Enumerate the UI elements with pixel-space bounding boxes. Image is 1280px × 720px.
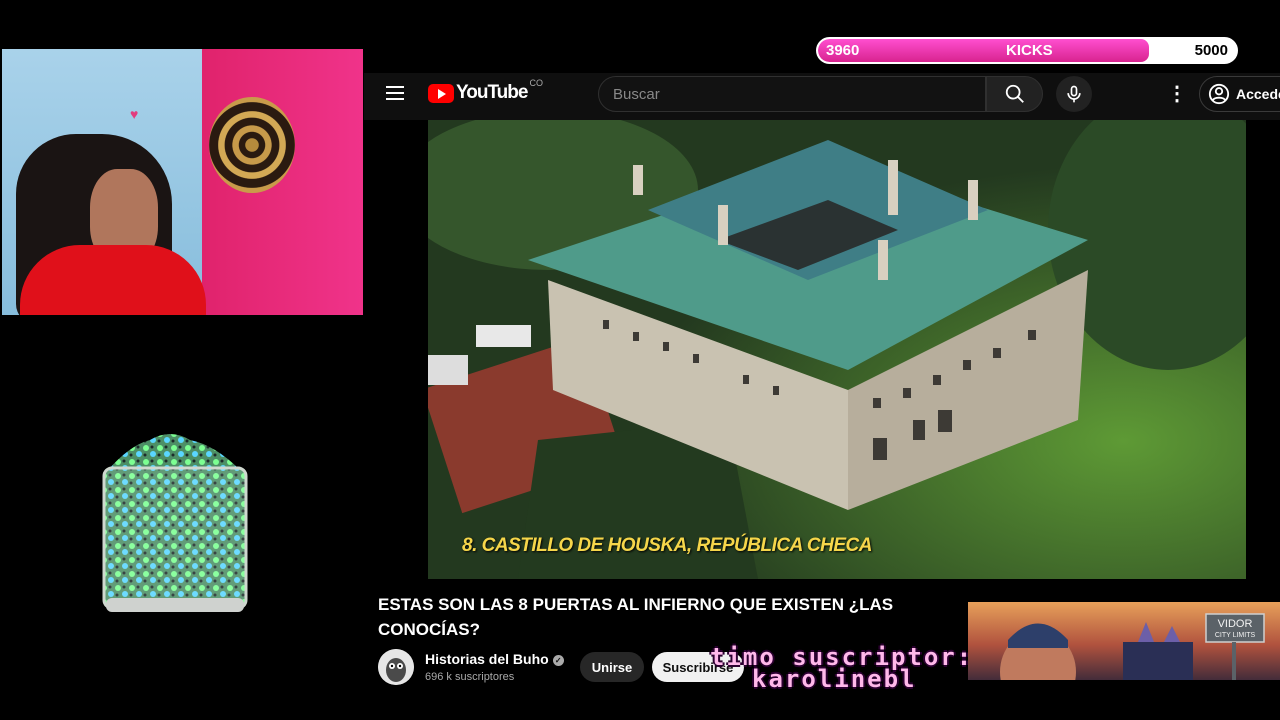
kicks-label: KICKS xyxy=(1006,42,1053,59)
account-icon xyxy=(1208,83,1230,105)
wall-ornament xyxy=(209,97,295,193)
microphone-icon xyxy=(1067,85,1081,103)
side-video-thumbnail[interactable]: VIDOR CITY LIMITS xyxy=(968,602,1280,680)
youtube-header: YouTube CO ⋮ Acceder xyxy=(364,73,1280,120)
search-button[interactable] xyxy=(986,76,1043,112)
sign-line1: VIDOR xyxy=(1218,618,1253,630)
country-code: CO xyxy=(529,78,543,88)
sign-in-label: Acceder xyxy=(1236,86,1280,102)
thumbnail-image: VIDOR CITY LIMITS xyxy=(1000,613,1265,680)
castle-aerial-image xyxy=(428,120,1246,579)
channel-name: Historias del Buho xyxy=(425,651,549,667)
search-icon xyxy=(1005,84,1024,103)
ticker-line-2: karolinebl xyxy=(752,665,917,693)
sign-line2: CITY LIMITS xyxy=(1215,632,1256,639)
channel-avatar[interactable] xyxy=(378,649,414,685)
heart-icon: ♥ xyxy=(130,106,139,122)
video-title: ESTAS SON LAS 8 PUERTAS AL INFIERNO QUE … xyxy=(378,595,894,639)
video-caption: 8. CASTILLO DE HOUSKA, REPÚBLICA CHECA xyxy=(462,535,872,556)
webcam-overlay: ♥ xyxy=(2,49,363,315)
streamer-shirt xyxy=(20,245,206,315)
verified-icon: ✓ xyxy=(552,654,564,666)
youtube-logo-text: YouTube xyxy=(456,82,528,103)
more-options-icon[interactable]: ⋮ xyxy=(1167,83,1187,105)
kicks-current: 3960 xyxy=(826,42,860,59)
tip-jar-widget xyxy=(100,430,250,615)
join-button[interactable]: Unirse xyxy=(580,652,644,682)
latest-subscriber-ticker: timo suscriptor: karolinebl xyxy=(710,645,973,693)
voice-search-button[interactable] xyxy=(1056,76,1092,112)
kicks-progress-fill xyxy=(818,39,1150,62)
kicks-goal: 5000 xyxy=(1194,42,1228,59)
search-input[interactable] xyxy=(598,76,986,112)
kicks-goal-bar: 3960 KICKS 5000 xyxy=(816,37,1238,64)
channel-name-row[interactable]: Historias del Buho ✓ xyxy=(425,651,564,667)
youtube-logo[interactable]: YouTube CO xyxy=(428,78,543,104)
youtube-play-icon xyxy=(428,83,454,103)
subscriber-count: 696 k suscriptores xyxy=(425,671,515,683)
video-player[interactable] xyxy=(428,120,1246,579)
jar-icon xyxy=(102,434,248,612)
sign-in-button[interactable]: Acceder xyxy=(1199,76,1280,112)
owl-icon xyxy=(378,649,414,685)
hamburger-menu-icon[interactable] xyxy=(386,86,404,106)
